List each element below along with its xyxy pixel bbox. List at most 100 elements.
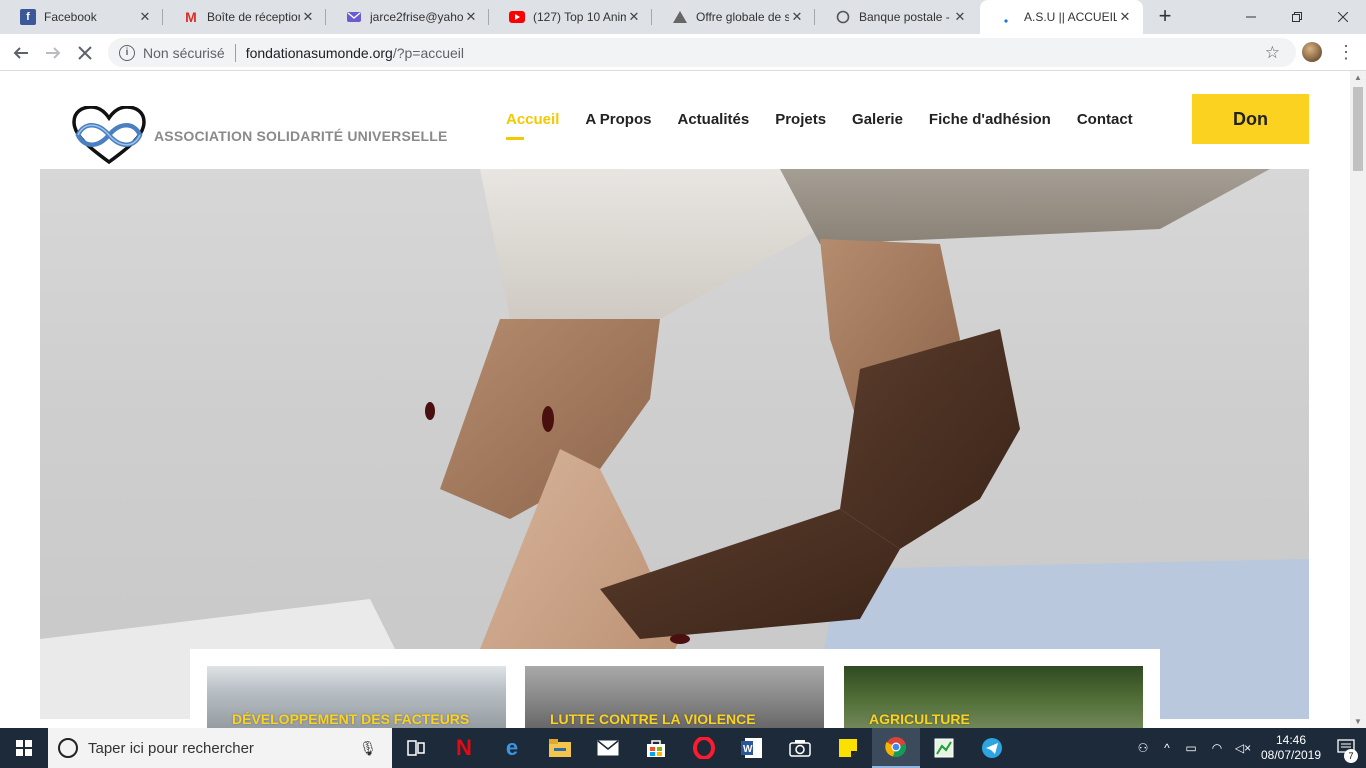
close-tab-icon[interactable]: ✕: [952, 9, 968, 25]
tab-title: Boîte de réception: [207, 10, 300, 24]
card-agriculture[interactable]: AGRICULTURE: [844, 666, 1143, 728]
camera-icon[interactable]: [776, 728, 824, 768]
youtube-icon: [509, 9, 525, 25]
tab-title: A.S.U || ACCUEIL: [1024, 10, 1117, 24]
clock[interactable]: 14:46 08/07/2019: [1256, 733, 1326, 763]
scroll-thumb[interactable]: [1353, 87, 1363, 171]
scroll-up-icon[interactable]: ▲: [1354, 73, 1362, 82]
forward-arrow-icon: [46, 47, 61, 59]
system-tray: ⚇ ^ ▭ ◠ ◁× 14:46 08/07/2019 7: [1130, 728, 1366, 768]
nav-actualites[interactable]: Actualités: [677, 111, 749, 128]
card-title: DÉVELOPPEMENT DES FACTEURS: [232, 711, 470, 727]
spreadsheet-icon[interactable]: [920, 728, 968, 768]
clock-time: 14:46: [1275, 733, 1307, 747]
url-host: fondationasumonde.org: [245, 44, 393, 61]
cortana-icon: [58, 738, 78, 758]
infinity-heart-logo-icon[interactable]: [70, 106, 148, 164]
loading-icon: [835, 9, 851, 25]
close-tab-icon[interactable]: ✕: [463, 9, 479, 25]
nav-galerie[interactable]: Galerie: [852, 111, 903, 128]
nav-a-propos[interactable]: A Propos: [585, 111, 651, 128]
close-tab-icon[interactable]: ✕: [626, 9, 642, 25]
minimize-button[interactable]: [1228, 0, 1274, 34]
taskbar-search[interactable]: Taper ici pour rechercher 🎙: [48, 728, 392, 768]
file-explorer-icon[interactable]: [536, 728, 584, 768]
chrome-icon[interactable]: [872, 728, 920, 768]
bookmark-star-icon[interactable]: ☆: [1265, 43, 1280, 63]
browser-tab-strip: f Facebook ✕ M Boîte de réception ✕ jarc…: [0, 0, 1366, 34]
facebook-icon: f: [20, 9, 36, 25]
store-icon[interactable]: [632, 728, 680, 768]
netflix-icon[interactable]: N: [440, 728, 488, 768]
scroll-down-icon[interactable]: ▼: [1354, 717, 1362, 726]
edge-icon[interactable]: e: [488, 728, 536, 768]
main-nav: Accueil A Propos Actualités Projets Gale…: [506, 111, 1159, 140]
mail-icon[interactable]: [584, 728, 632, 768]
tab-gmail[interactable]: M Boîte de réception ✕: [163, 0, 326, 34]
tab-facebook[interactable]: f Facebook ✕: [0, 0, 163, 34]
nav-projets[interactable]: Projets: [775, 111, 826, 128]
card-lutte-violence[interactable]: LUTTE CONTRE LA VIOLENCE: [525, 666, 824, 728]
address-bar[interactable]: i Non sécurisé fondationasumonde.org /?p…: [108, 38, 1296, 67]
opera-icon[interactable]: [680, 728, 728, 768]
page-viewport: ASSOCIATION SOLIDARITÉ UNIVERSELLE Accue…: [0, 71, 1350, 728]
card-title: AGRICULTURE: [869, 711, 970, 727]
stop-button[interactable]: [72, 40, 98, 66]
site-header: ASSOCIATION SOLIDARITÉ UNIVERSELLE Accue…: [40, 71, 1309, 169]
donate-button[interactable]: Don: [1192, 94, 1309, 144]
wifi-icon[interactable]: ◠: [1204, 741, 1230, 755]
nav-fiche-adhesion[interactable]: Fiche d'adhésion: [929, 111, 1051, 128]
divider: [234, 43, 236, 62]
hero-slider: [40, 169, 1309, 719]
restore-button[interactable]: [1274, 0, 1320, 34]
card-title: LUTTE CONTRE LA VIOLENCE: [550, 711, 756, 727]
close-tab-icon[interactable]: ✕: [300, 9, 316, 25]
profile-avatar[interactable]: [1302, 42, 1322, 62]
security-label: Non sécurisé: [143, 44, 225, 61]
start-button[interactable]: [0, 728, 48, 768]
tab-title: Facebook: [44, 10, 97, 24]
nav-accueil[interactable]: Accueil: [506, 111, 559, 140]
back-arrow-icon: [13, 47, 28, 59]
page-scrollbar[interactable]: ▲ ▼: [1350, 71, 1366, 728]
minimize-icon: [1246, 16, 1256, 18]
gmail-icon: M: [185, 9, 197, 25]
show-hidden-icons-chevron-icon[interactable]: ^: [1156, 741, 1178, 755]
tab-title: Offre globale de s: [696, 10, 789, 24]
menu-kebab-icon[interactable]: ⋮: [1336, 40, 1356, 64]
close-window-button[interactable]: [1320, 0, 1366, 34]
close-tab-icon[interactable]: ✕: [789, 9, 805, 25]
telegram-icon[interactable]: [968, 728, 1016, 768]
tab-offre[interactable]: Offre globale de s ✕: [652, 0, 815, 34]
restore-icon: [1292, 12, 1302, 22]
tab-yahoo-mail[interactable]: jarce2frise@yahoo ✕: [326, 0, 489, 34]
sticky-notes-icon[interactable]: [824, 728, 872, 768]
close-tab-icon[interactable]: ✕: [1117, 9, 1133, 25]
forward-button[interactable]: [40, 40, 66, 66]
new-tab-button[interactable]: +: [1153, 5, 1177, 29]
notification-count-badge: 7: [1344, 748, 1358, 763]
people-icon[interactable]: ⚇: [1130, 741, 1156, 755]
feature-cards: DÉVELOPPEMENT DES FACTEURS LUTTE CONTRE …: [190, 649, 1160, 728]
hero-image-clasped-hands: [40, 169, 1309, 719]
tab-banque-postale[interactable]: Banque postale - C ✕: [815, 0, 978, 34]
microphone-icon[interactable]: 🎙: [358, 740, 378, 757]
action-center-button[interactable]: 7: [1326, 738, 1366, 763]
back-button[interactable]: [8, 40, 34, 66]
tab-youtube[interactable]: (127) Top 10 Anim ✕: [489, 0, 652, 34]
stop-x-icon: [78, 46, 92, 60]
yahoo-mail-icon: [346, 9, 362, 25]
close-tab-icon[interactable]: ✕: [137, 9, 153, 25]
tab-title: (127) Top 10 Anim: [533, 10, 626, 24]
info-icon[interactable]: i: [119, 44, 135, 61]
task-view-icon[interactable]: [392, 728, 440, 768]
windows-logo-icon: [16, 740, 32, 756]
battery-icon[interactable]: ▭: [1178, 741, 1204, 755]
card-developpement[interactable]: DÉVELOPPEMENT DES FACTEURS: [207, 666, 506, 728]
nav-contact[interactable]: Contact: [1077, 111, 1133, 128]
word-icon[interactable]: W: [728, 728, 776, 768]
close-icon: [1338, 12, 1348, 22]
logo-text[interactable]: ASSOCIATION SOLIDARITÉ UNIVERSELLE: [154, 128, 448, 144]
tab-asu-accueil[interactable]: A.S.U || ACCUEIL ✕: [980, 0, 1143, 34]
volume-muted-icon[interactable]: ◁×: [1230, 741, 1256, 755]
